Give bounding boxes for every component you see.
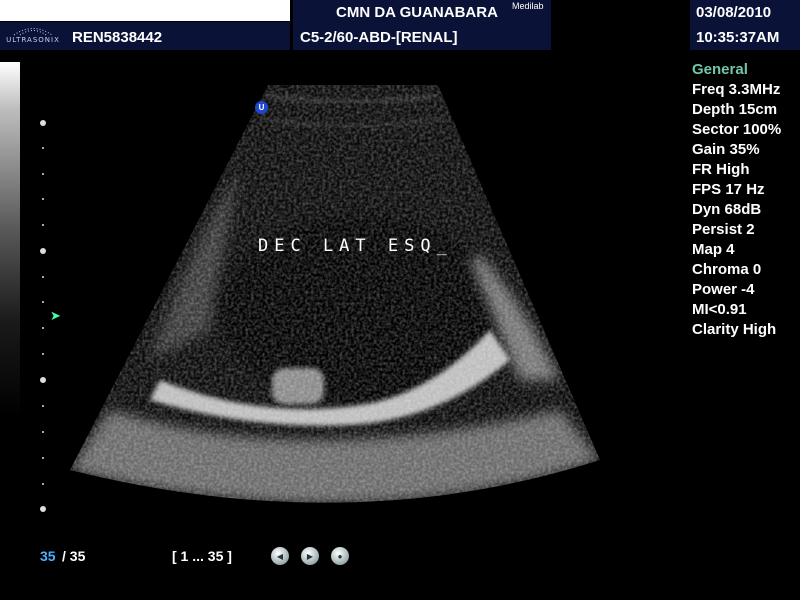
depth-major-tick	[40, 120, 46, 126]
imaging-parameters: General Freq 3.3MHz Depth 15cm Sector 10…	[692, 60, 781, 340]
depth-minor-tick	[42, 353, 44, 355]
orientation-marker-icon: U	[255, 101, 268, 114]
logo-arc-icon	[13, 28, 53, 36]
depth-minor-tick	[42, 457, 44, 459]
ultrasound-image	[70, 85, 600, 503]
param-mi: MI<0.91	[692, 301, 747, 318]
play-icon: ▶	[306, 551, 314, 561]
frame-range: [ 1 ... 35 ]	[172, 548, 232, 564]
depth-major-tick	[40, 248, 46, 254]
play-button[interactable]: ▶	[301, 547, 319, 565]
focus-marker-icon[interactable]: ➤	[50, 308, 61, 324]
sector-scan	[70, 85, 600, 503]
param-sector: Sector 100%	[692, 121, 782, 138]
param-clarity: Clarity High	[692, 321, 777, 338]
ultrasonix-logo: ULTRASONIX	[2, 22, 64, 50]
grayscale-bar	[0, 62, 20, 534]
depth-major-tick	[40, 506, 46, 512]
param-power: Power -4	[692, 281, 755, 298]
param-depth: Depth 15cm	[692, 101, 778, 118]
rewind-button[interactable]: ◀	[271, 547, 289, 565]
depth-minor-tick	[42, 276, 44, 278]
param-fps: FPS 17 Hz	[692, 181, 765, 198]
institution-name: CMN DA GUANABARA	[336, 4, 498, 21]
param-persistence: Persist 2	[692, 221, 755, 238]
header-white-strip	[0, 0, 290, 21]
depth-minor-tick	[42, 483, 44, 485]
depth-minor-tick	[42, 431, 44, 433]
depth-minor-tick	[42, 327, 44, 329]
depth-minor-tick	[42, 301, 44, 303]
header-bar: ULTRASONIX REN5838442 CMN DA GUANABARA M…	[0, 0, 800, 52]
stop-button[interactable]: ●	[331, 547, 349, 565]
param-dynamic-range: Dyn 68dB	[692, 201, 762, 218]
params-heading: General	[692, 61, 748, 78]
depth-minor-tick	[42, 224, 44, 226]
exam-time: 10:35:37AM	[696, 29, 780, 46]
param-gain: Gain 35%	[692, 141, 760, 158]
depth-minor-tick	[42, 405, 44, 407]
preset-name: C5-2/60-ABD-[RENAL]	[300, 29, 458, 46]
param-map: Map 4	[692, 241, 735, 258]
depth-minor-tick	[42, 173, 44, 175]
rewind-icon: ◀	[276, 551, 284, 561]
param-chroma: Chroma 0	[692, 261, 762, 278]
depth-minor-tick	[42, 147, 44, 149]
stop-icon: ●	[337, 551, 343, 561]
param-frame-rate: FR High	[692, 161, 750, 178]
patient-id: REN5838442	[72, 29, 163, 46]
depth-major-tick	[40, 377, 46, 383]
image-annotation[interactable]: DEC LAT ESQ_	[258, 236, 453, 256]
total-frames: / 35	[62, 548, 86, 564]
logo-text: ULTRASONIX	[6, 36, 60, 44]
param-freq: Freq 3.3MHz	[692, 81, 781, 98]
institution-superscript: Medilab	[512, 1, 544, 11]
exam-date: 03/08/2010	[696, 4, 772, 21]
current-frame: 35	[40, 548, 56, 564]
depth-minor-tick	[42, 198, 44, 200]
